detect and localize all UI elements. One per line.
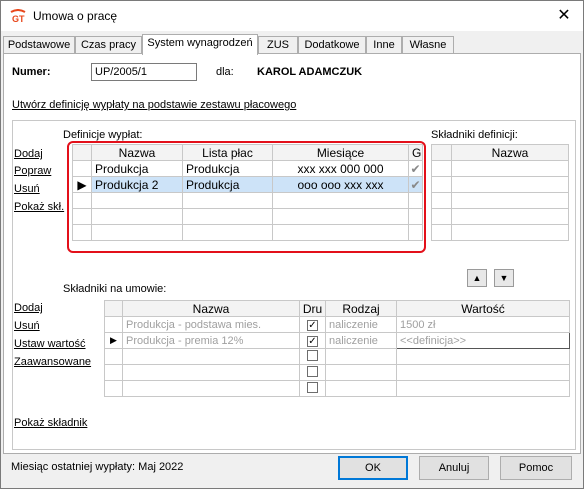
app-logo-icon: GT [10, 9, 26, 23]
show-component-link[interactable]: Pokaż składnik [14, 417, 87, 429]
cell-nazwa[interactable]: Produkcja - podstawa mies. [122, 316, 300, 333]
definition-delete-link[interactable]: Usuń [14, 183, 40, 195]
table-header: Nazwa [431, 144, 569, 161]
row-pointer-icon: ▶ [104, 332, 123, 349]
print-checkbox[interactable] [307, 381, 318, 393]
tab-strip: Podstawowe Czas pracy System wynagrodzeń… [3, 34, 583, 55]
for-label: dla: [216, 66, 234, 78]
empty-row [431, 160, 569, 177]
column-header-rodzaj[interactable]: Rodzaj [325, 300, 397, 317]
tab-system-wynagrodzen[interactable]: System wynagrodzeń [142, 34, 258, 55]
print-checkbox[interactable]: ✓ [307, 319, 318, 331]
definition-components-table: Nazwa [431, 144, 569, 241]
row-indicator-header [104, 300, 123, 317]
table-row[interactable]: Produkcja - podstawa mies. ✓ naliczenie … [104, 316, 570, 333]
row-indicator [104, 316, 123, 333]
definition-edit-link[interactable]: Popraw [14, 165, 51, 177]
column-header-nazwa[interactable]: Nazwa [122, 300, 300, 317]
move-up-button[interactable]: ▲ [467, 269, 487, 287]
ok-button[interactable]: OK [338, 456, 408, 480]
tab-wlasne[interactable]: Własne [402, 36, 454, 54]
set-value-link[interactable]: Ustaw wartość [14, 338, 86, 350]
cell-nazwa[interactable]: Produkcja - premia 12% [122, 332, 300, 349]
empty-row [104, 364, 570, 381]
column-header-druk[interactable]: Dru [299, 300, 326, 317]
empty-row [431, 208, 569, 225]
cell-wartosc[interactable]: 1500 zł [396, 316, 570, 333]
contract-components-table: Nazwa Dru Rodzaj Wartość Produkcja - pod… [104, 300, 570, 397]
number-label: Numer: [12, 66, 51, 78]
table-row[interactable]: ▶ Produkcja - premia 12% ✓ naliczenie <<… [104, 332, 570, 349]
close-icon[interactable]: ✕ [545, 3, 583, 29]
column-header-wartosc[interactable]: Wartość [396, 300, 570, 317]
last-payment-label: Miesiąc ostatniej wypłaty: Maj 2022 [11, 461, 184, 473]
empty-row [431, 224, 569, 241]
employee-name: KAROL ADAMCZUK [257, 66, 363, 78]
component-add-link[interactable]: Dodaj [14, 302, 43, 314]
dialog-window: GT Umowa o pracę ✕ Podstawowe Czas pracy… [0, 0, 584, 489]
tab-czas-pracy[interactable]: Czas pracy [75, 36, 142, 54]
title-bar: GT Umowa o pracę ✕ [1, 1, 583, 31]
value-editor[interactable]: <<definicja>> [396, 332, 570, 349]
definition-components-title: Składniki definicji: [431, 129, 518, 141]
contract-components-title: Składniki na umowie: [63, 283, 167, 295]
create-definition-link[interactable]: Utwórz definicję wypłaty na podstawie ze… [12, 99, 296, 111]
cancel-button[interactable]: Anuluj [419, 456, 489, 480]
row-indicator-header [431, 144, 452, 161]
definition-show-components-link[interactable]: Pokaż skł. [14, 201, 64, 213]
definitions-title: Definicje wypłat: [63, 129, 143, 141]
table-header: Nazwa Dru Rodzaj Wartość [104, 300, 570, 317]
empty-row [431, 192, 569, 209]
column-header-nazwa[interactable]: Nazwa [451, 144, 569, 161]
advanced-link[interactable]: Zaawansowane [14, 356, 91, 368]
definition-add-link[interactable]: Dodaj [14, 148, 43, 160]
tab-dodatkowe[interactable]: Dodatkowe [298, 36, 366, 54]
empty-row [104, 380, 570, 397]
tab-inne[interactable]: Inne [366, 36, 402, 54]
window-title: Umowa o pracę [33, 9, 118, 23]
move-down-button[interactable]: ▼ [494, 269, 514, 287]
empty-row [104, 348, 570, 365]
tab-podstawowe[interactable]: Podstawowe [3, 36, 75, 54]
svg-text:GT: GT [12, 14, 25, 23]
print-checkbox[interactable]: ✓ [307, 335, 318, 347]
help-button[interactable]: Pomoc [500, 456, 572, 480]
cell-rodzaj[interactable]: naliczenie [325, 316, 397, 333]
component-delete-link[interactable]: Usuń [14, 320, 40, 332]
number-field[interactable] [91, 63, 197, 81]
print-checkbox[interactable] [307, 349, 318, 361]
cell-rodzaj[interactable]: naliczenie [325, 332, 397, 349]
print-checkbox[interactable] [307, 365, 318, 377]
tab-zus[interactable]: ZUS [258, 36, 298, 54]
highlight-frame [67, 141, 426, 253]
empty-row [431, 176, 569, 193]
